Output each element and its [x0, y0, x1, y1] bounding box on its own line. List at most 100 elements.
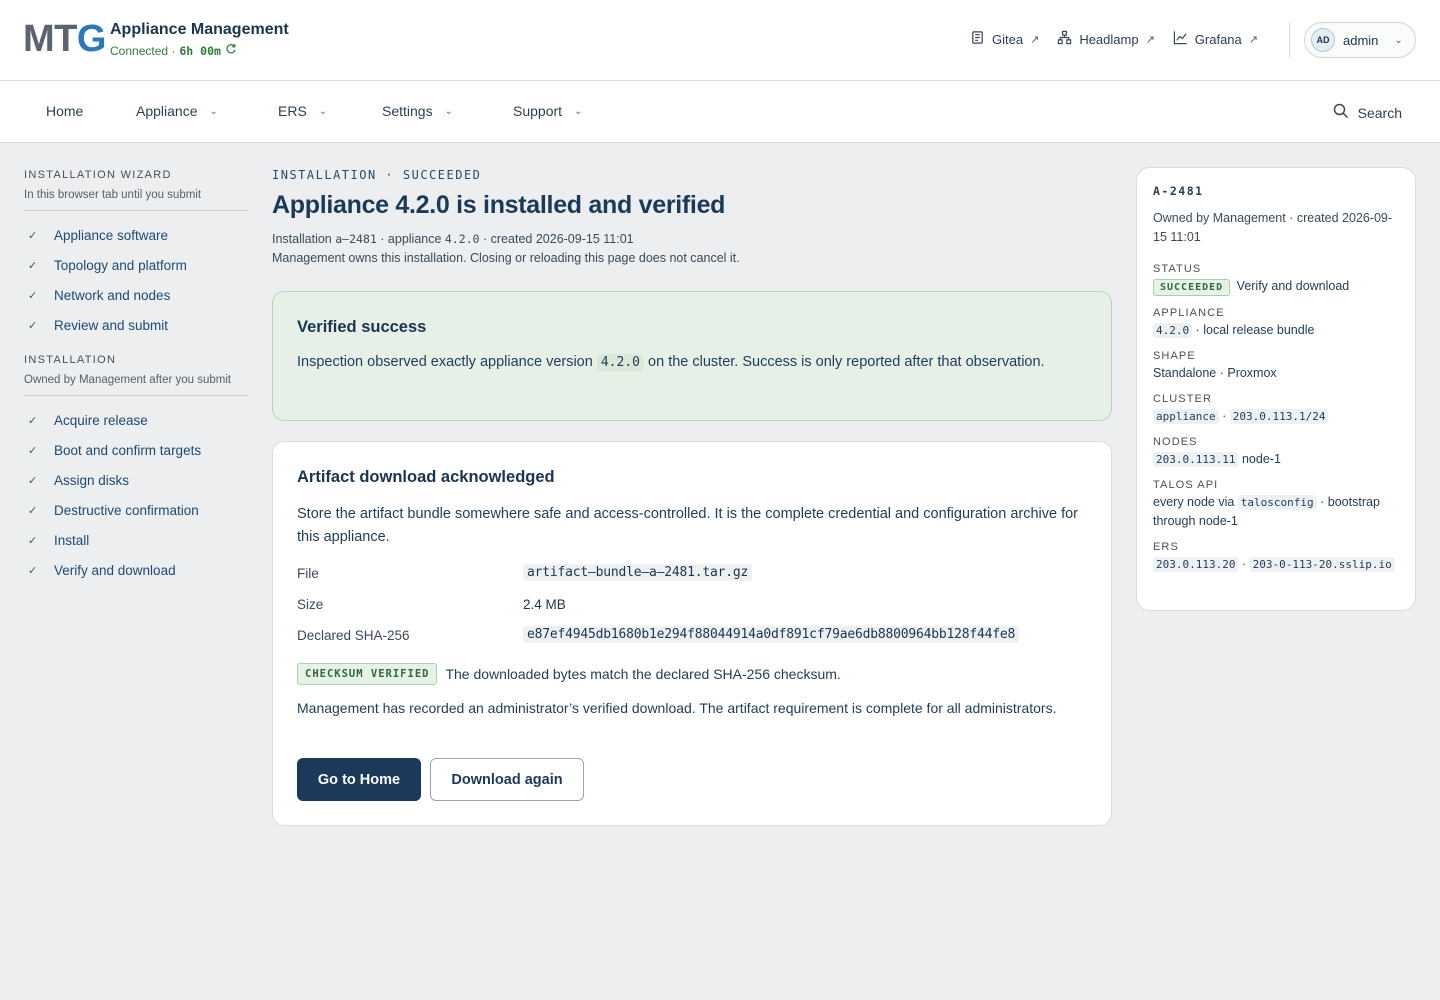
check-icon: ✓ — [28, 319, 38, 332]
divider — [24, 210, 248, 211]
topology-icon — [1057, 30, 1072, 48]
talos-value: every node via talosconfig · bootstrap t… — [1153, 493, 1399, 531]
checksum-verify-row: CHECKSUM VERIFIED The downloaded bytes m… — [297, 663, 841, 685]
nav-item-label: ERS — [278, 103, 307, 119]
sha-label: Declared SHA-256 — [297, 628, 410, 643]
cluster-cidr: 203.0.113.1/24 — [1229, 409, 1329, 424]
check-icon: ✓ — [28, 444, 38, 457]
check-icon: ✓ — [28, 414, 38, 427]
nav-item-appliance[interactable]: Appliance ⌄ — [136, 103, 218, 119]
sidebar-step-review[interactable]: ✓ Review and submit — [24, 310, 248, 340]
status-eyebrow: INSTALLATION · SUCCEEDED — [272, 168, 482, 182]
gitea-link[interactable]: Gitea ↗ — [970, 30, 1039, 48]
nav-item-label: Settings — [382, 103, 433, 119]
cluster-separator: · — [1222, 409, 1227, 423]
shape-value: Standalone · Proxmox — [1153, 366, 1277, 380]
search-button[interactable]: Search — [1333, 103, 1402, 122]
external-arrow-icon: ↗ — [1145, 33, 1155, 46]
header-divider — [1289, 22, 1290, 58]
file-value: artifact–bundle–a–2481.tar.gz — [523, 564, 753, 581]
size-label: Size — [297, 597, 324, 612]
main-nav: Home Appliance ⌄ ERS ⌄ Settings ⌄ Suppor… — [0, 81, 1440, 143]
sidebar-step-label: Acquire release — [54, 412, 148, 428]
headlamp-link[interactable]: Headlamp ↗ — [1057, 30, 1155, 48]
nav-item-label: Home — [46, 103, 84, 119]
sha-value: e87ef4945db1680b1e294f88044914a0df891cf7… — [523, 626, 1020, 643]
sidebar-step-assign-disks[interactable]: ✓ Assign disks — [24, 465, 248, 495]
check-icon: ✓ — [28, 534, 38, 547]
app-header: MTG Appliance Management Connected · 6h … — [0, 0, 1440, 81]
file-row: File artifact–bundle–a–2481.tar.gz — [297, 563, 1087, 589]
check-icon: ✓ — [28, 259, 38, 272]
app-title: Appliance Management — [110, 21, 289, 38]
sidebar-step-label: Boot and confirm targets — [54, 442, 202, 458]
success-text-before: Inspection observed exactly appliance ve… — [297, 354, 593, 370]
external-arrow-icon: ↗ — [1030, 33, 1040, 46]
installation-subtitle: Owned by Management after you submit — [24, 374, 232, 386]
sidebar-step-label: Topology and platform — [54, 257, 187, 273]
appliance-version: 4.2.0 — [1153, 323, 1193, 338]
ers-ip: 203.0.113.20 — [1153, 557, 1239, 572]
user-name: admin — [1343, 32, 1379, 48]
ers-separator: · — [1241, 557, 1247, 571]
talos-text-before: every node via — [1153, 495, 1235, 509]
nav-item-settings[interactable]: Settings ⌄ — [382, 103, 453, 119]
page-title: Appliance 4.2.0 is installed and verifie… — [272, 191, 726, 219]
refresh-icon[interactable] — [225, 43, 237, 58]
shape-label: SHAPE — [1153, 350, 1196, 362]
version-chip: 4.2.0 — [596, 354, 644, 371]
sidebar-step-appliance-software[interactable]: ✓ Appliance software — [24, 220, 248, 250]
owner-text: Owned by Management · created 2026-09-15… — [1153, 211, 1393, 244]
grafana-label: Grafana — [1194, 31, 1242, 47]
check-icon: ✓ — [28, 504, 38, 517]
chevron-down-icon: ⌄ — [1394, 34, 1403, 46]
cluster-name: appliance — [1153, 409, 1219, 424]
sidebar-step-verify-download[interactable]: ✓ Verify and download — [24, 555, 248, 585]
user-menu-button[interactable]: AD admin ⌄ — [1304, 22, 1416, 58]
appliance-version: 4.2.0 — [444, 232, 480, 246]
file-label: File — [297, 566, 319, 581]
nav-item-support[interactable]: Support ⌄ — [513, 103, 582, 119]
connection-status: Connected · 6h 00m — [110, 43, 237, 58]
document-icon — [970, 30, 985, 48]
uptime-value: 6h 00m — [179, 43, 221, 58]
sidebar-step-topology[interactable]: ✓ Topology and platform — [24, 250, 248, 280]
nav-item-home[interactable]: Home — [46, 103, 83, 119]
status-badge: SUCCEEDED — [1153, 279, 1231, 296]
download-again-button[interactable]: Download again — [430, 758, 584, 801]
search-label: Search — [1357, 104, 1402, 121]
verify-text: The downloaded bytes match the declared … — [445, 666, 841, 682]
cluster-value: appliance · 203.0.113.1/24 — [1153, 407, 1399, 426]
connection-label: Connected · — [110, 43, 176, 58]
check-icon: ✓ — [28, 474, 38, 487]
sidebar-step-destructive-confirmation[interactable]: ✓ Destructive confirmation — [24, 495, 248, 525]
status-value: SUCCEEDED Verify and download — [1153, 277, 1399, 297]
sidebar-step-label: Review and submit — [54, 317, 169, 333]
sidebar-step-network[interactable]: ✓ Network and nodes — [24, 280, 248, 310]
recorded-text: Management has recorded an administrator… — [297, 700, 1057, 716]
mtg-logo[interactable]: MTG — [23, 19, 106, 59]
sidebar-step-install[interactable]: ✓ Install — [24, 525, 248, 555]
chevron-down-icon: ⌄ — [209, 105, 218, 117]
status-text: Verify and download — [1236, 279, 1350, 293]
sidebar-step-label: Destructive confirmation — [54, 502, 199, 518]
nav-item-ers[interactable]: ERS ⌄ — [278, 103, 327, 119]
installation-label: Installation — [272, 232, 332, 246]
check-icon: ✓ — [28, 229, 38, 242]
logo-text: MTG — [23, 18, 106, 60]
verified-success-card: Verified success Inspection observed exa… — [272, 291, 1112, 421]
installation-id: A-2481 — [1153, 184, 1204, 198]
avatar: AD — [1311, 28, 1335, 52]
artifact-title: Artifact download acknowledged — [297, 468, 555, 486]
appliance-label: · appliance — [380, 232, 442, 246]
sidebar-step-acquire-release[interactable]: ✓ Acquire release — [24, 405, 248, 435]
sidebar-step-boot-confirm[interactable]: ✓ Boot and confirm targets — [24, 435, 248, 465]
sidebar-step-label: Appliance software — [54, 227, 169, 243]
sidebar-step-label: Install — [54, 532, 90, 548]
go-home-button[interactable]: Go to Home — [297, 758, 421, 801]
success-title: Verified success — [297, 318, 427, 336]
ers-label: ERS — [1153, 541, 1179, 553]
size-row: Size 2.4 MB — [297, 594, 1087, 620]
success-text: Inspection observed exactly appliance ve… — [297, 351, 1087, 374]
grafana-link[interactable]: Grafana ↗ — [1173, 30, 1258, 48]
